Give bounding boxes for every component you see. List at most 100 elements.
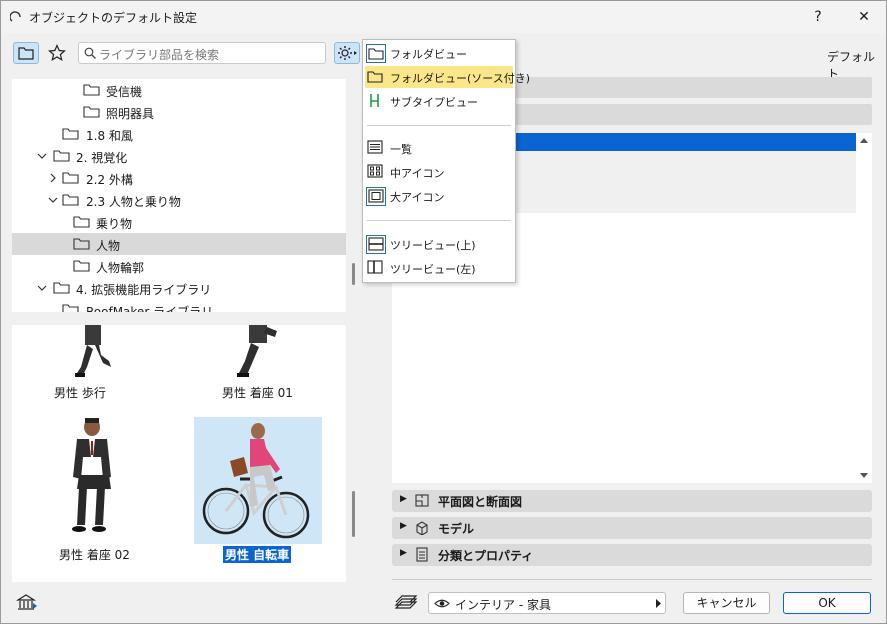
folder-icon <box>73 260 90 272</box>
medium-icons-icon <box>366 163 386 182</box>
tree-item-label: 1.8 和風 <box>86 129 133 143</box>
library-folder-tree[interactable]: 受信機 照明器具 1.8 和風 2. 視覚化 2.2 外構 2.3 人物と乗り物 <box>12 79 346 312</box>
menu-item-label: 中アイコン <box>390 167 445 180</box>
thumbnail-scrollbar[interactable] <box>352 491 355 537</box>
scroll-up-icon[interactable] <box>860 137 868 143</box>
tree-item[interactable]: 乗り物 <box>12 211 346 233</box>
section-label: 平面図と断面図 <box>438 495 523 509</box>
app-icon <box>10 11 21 22</box>
menu-item-label: フォルダビュー(ソース付き) <box>390 72 531 85</box>
tree-item-label: 受信機 <box>106 85 143 99</box>
tree-view-left-icon <box>366 259 386 278</box>
menu-item-label: サブタイプビュー <box>390 96 478 109</box>
tree-item[interactable]: 1.8 和風 <box>12 123 346 145</box>
layer-select[interactable]: インテリア - 家具 <box>428 592 666 614</box>
folder-icon <box>18 47 34 60</box>
help-icon: ? <box>814 9 822 25</box>
cyclist-image <box>202 423 310 539</box>
menu-item-large-icons[interactable]: 大アイコン <box>363 185 515 207</box>
library-search-input[interactable]: ライブラリ部品を検索 <box>78 42 326 64</box>
tree-item-label: 2.3 人物と乗り物 <box>86 195 181 209</box>
ok-button[interactable]: OK <box>783 592 871 614</box>
chevron-right-icon[interactable] <box>48 173 58 183</box>
tree-item-label: 2. 視覚化 <box>76 151 128 165</box>
male-sitting-02-thumbnail[interactable] <box>57 417 127 542</box>
menu-item-subtype-view[interactable]: サブタイプビュー <box>363 90 515 112</box>
folder-icon <box>83 84 100 96</box>
male-sitting-01-thumbnail[interactable] <box>227 325 287 380</box>
close-button[interactable]: ✕ <box>844 1 884 33</box>
menu-item-folder-view-with-source[interactable]: フォルダビュー(ソース付き) <box>365 66 530 88</box>
section-label: 分類とプロパティ <box>438 549 534 563</box>
male-cyclist-thumbnail[interactable] <box>194 417 322 544</box>
folder-icon <box>53 282 70 294</box>
search-placeholder: ライブラリ部品を検索 <box>99 48 220 62</box>
chevron-right-icon: ▶ <box>400 494 407 504</box>
object-default-settings-dialog: オブジェクトのデフォルト設定 ? ✕ ライブラリ部品を検索 受信機 照明器具 1… <box>0 0 887 624</box>
tree-scrollbar[interactable] <box>352 263 355 285</box>
view-options-menu: フォルダビュー フォルダビュー(ソース付き) サブタイプビュー 一覧 中アイコン… <box>362 39 530 283</box>
document-list-icon <box>416 547 428 562</box>
menu-item-label: ツリービュー(左) <box>390 263 476 276</box>
eye-icon <box>434 599 450 608</box>
tree-item[interactable]: 2.3 人物と乗り物 <box>12 189 346 211</box>
tree-item[interactable]: 人物輪郭 <box>12 255 346 277</box>
section-classification-and-properties[interactable]: ▶ 分類とプロパティ <box>392 544 872 566</box>
tree-item-label: 人物輪郭 <box>96 261 145 275</box>
tree-item-label: 照明器具 <box>106 107 155 121</box>
folder-icon <box>73 238 90 250</box>
parameter-list-scrollbar[interactable] <box>856 133 872 483</box>
view-options-button[interactable] <box>334 42 360 64</box>
menu-item-medium-icons[interactable]: 中アイコン <box>363 161 515 183</box>
chevron-down-icon[interactable] <box>37 283 47 293</box>
favorites-button[interactable] <box>44 42 70 64</box>
tree-item-label: 2.2 外構 <box>86 173 133 187</box>
library-icon <box>15 594 37 610</box>
section-floor-plan-and-section[interactable]: ▶ 平面図と断面図 <box>392 490 872 512</box>
tree-item[interactable]: 4. 拡張機能用ライブラリ <box>12 277 346 299</box>
tree-item[interactable]: 照明器具 <box>12 101 346 123</box>
folder-icon <box>62 128 79 140</box>
menu-item-label: フォルダビュー <box>390 48 467 61</box>
folder-view-toggle-button[interactable] <box>13 42 39 64</box>
library-manager-button[interactable] <box>13 591 41 613</box>
menu-item-tree-view-top[interactable]: ツリービュー(上) <box>363 233 515 255</box>
thumbnail-label-selected: 男性 自転車 <box>223 546 292 563</box>
subtype-chair-icon <box>366 92 386 111</box>
tree-item-label: 乗り物 <box>96 217 133 231</box>
menu-item-label: 一覧 <box>390 143 412 156</box>
tree-item[interactable]: 受信機 <box>12 79 346 101</box>
layer-value: インテリア - 家具 <box>455 598 551 612</box>
menu-item-list[interactable]: 一覧 <box>363 137 515 159</box>
footer-divider <box>392 579 872 580</box>
folder-icon <box>73 216 90 228</box>
section-label: モデル <box>438 522 475 536</box>
library-thumbnail-grid[interactable]: 男性 歩行 男性 着座 01 男性 着座 02 男性 自転車 <box>12 325 346 582</box>
floor-plan-icon <box>415 494 429 507</box>
tree-item[interactable]: 2.2 外構 <box>12 167 346 189</box>
menu-separator <box>367 125 511 126</box>
folder-icon <box>62 194 79 206</box>
thumbnail-label: 男性 着座 01 <box>222 386 293 400</box>
tree-item-selected[interactable]: 人物 <box>12 233 346 255</box>
scroll-down-icon[interactable] <box>860 473 868 479</box>
section-model[interactable]: ▶ モデル <box>392 517 872 539</box>
male-walking-thumbnail[interactable] <box>67 325 127 380</box>
close-icon: ✕ <box>858 9 870 25</box>
list-icon <box>366 139 386 158</box>
menu-item-folder-view[interactable]: フォルダビュー <box>363 42 515 64</box>
menu-item-tree-view-left[interactable]: ツリービュー(左) <box>363 257 515 279</box>
tree-item[interactable]: RoofMaker ライブラリ <box>12 299 346 312</box>
title-bar: オブジェクトのデフォルト設定 ? ✕ <box>1 1 886 33</box>
folder-icon <box>366 44 386 63</box>
tree-item[interactable]: 2. 視覚化 <box>12 145 346 167</box>
folder-icon <box>83 106 100 118</box>
menu-separator <box>367 220 511 221</box>
layer-icon <box>394 595 418 609</box>
model-cube-icon <box>416 521 428 535</box>
chevron-down-icon[interactable] <box>48 195 58 205</box>
chevron-down-icon[interactable] <box>37 151 47 161</box>
help-button[interactable]: ? <box>798 1 838 33</box>
cancel-button[interactable]: キャンセル <box>683 592 770 614</box>
thumbnail-label: 男性 歩行 <box>54 386 106 400</box>
